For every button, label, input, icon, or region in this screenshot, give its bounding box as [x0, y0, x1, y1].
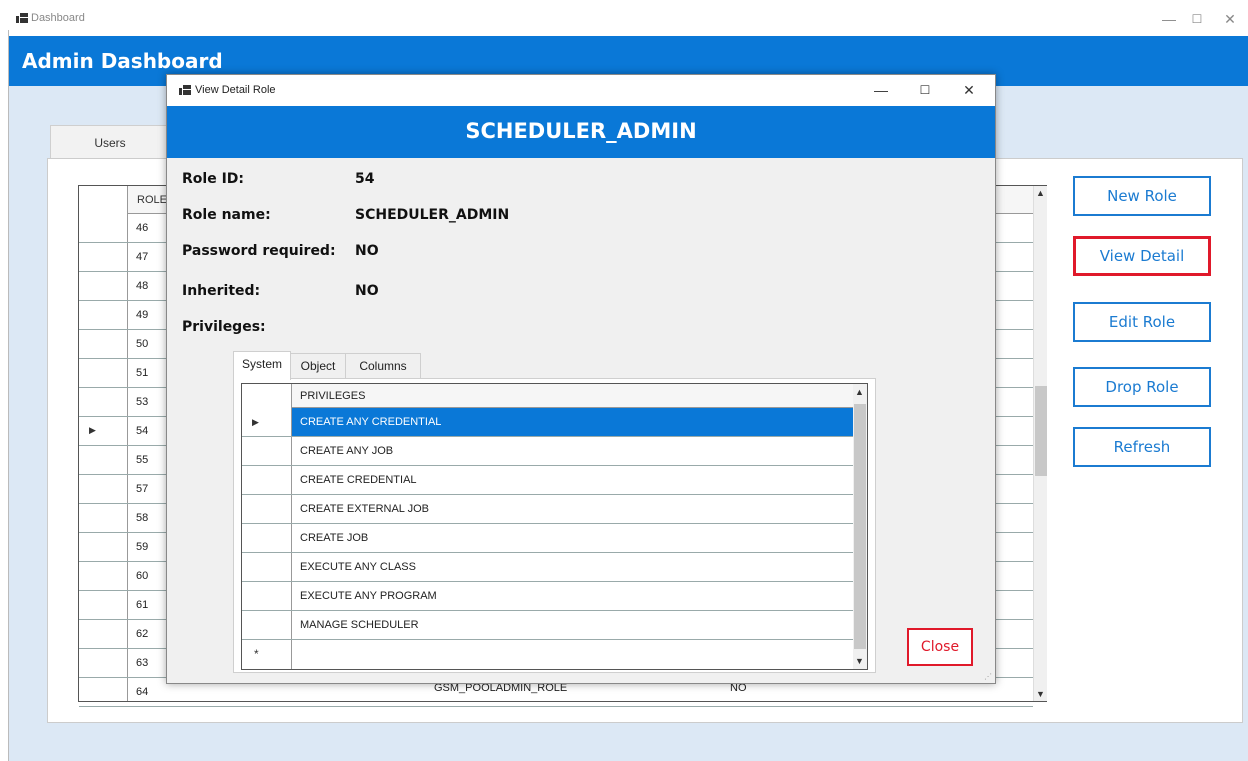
dialog-titlebar: View Detail Role — ☐ ✕ — [167, 75, 995, 106]
app-icon — [179, 85, 191, 95]
role-id-cell[interactable]: 64 — [136, 686, 148, 698]
grid-header: PRIVILEGES — [292, 384, 853, 408]
role-id-cell[interactable]: 61 — [136, 599, 148, 611]
role-id-value: 54 — [355, 171, 375, 187]
new-row-marker-icon: * — [254, 647, 259, 661]
role-id-cell[interactable]: 50 — [136, 338, 148, 350]
inherited-value: NO — [355, 283, 379, 299]
privilege-row[interactable]: MANAGE SCHEDULER — [242, 611, 853, 640]
privilege-row[interactable]: CREATE ANY JOB — [242, 437, 853, 466]
current-row-arrow-icon: ▶ — [252, 417, 259, 427]
role-id-cell[interactable]: 47 — [136, 251, 148, 263]
refresh-button[interactable]: Refresh — [1073, 427, 1211, 467]
app-icon — [16, 13, 28, 23]
role-id-cell[interactable]: 46 — [136, 222, 148, 234]
view-detail-role-dialog: View Detail Role — ☐ ✕ SCHEDULER_ADMIN R… — [166, 74, 996, 684]
role-id-cell[interactable]: 51 — [136, 367, 148, 379]
role-id-cell[interactable]: 60 — [136, 570, 148, 582]
privilege-tab-panel: PRIVILEGES ▶ CREATE ANY CREDENTIAL CREATE … — [233, 378, 876, 673]
tab-columns[interactable]: Columns — [345, 353, 421, 379]
role-id-label: Role ID: — [182, 171, 244, 187]
role-banner-title: SCHEDULER_ADMIN — [465, 119, 697, 143]
tab-users[interactable]: Users — [50, 125, 170, 159]
scroll-down-icon[interactable]: ▼ — [1036, 689, 1045, 699]
privilege-cell[interactable]: MANAGE SCHEDULER — [292, 611, 853, 639]
close-window-button[interactable]: ✕ — [1216, 8, 1244, 30]
privilege-cell[interactable]: CREATE ANY JOB — [292, 437, 853, 465]
close-button[interactable]: Close — [907, 628, 973, 666]
privilege-row[interactable]: ▶ CREATE ANY CREDENTIAL — [242, 408, 853, 437]
dialog-close-button[interactable]: ✕ — [955, 79, 983, 101]
page-title: Admin Dashboard — [22, 49, 223, 73]
privilege-cell[interactable]: EXECUTE ANY CLASS — [292, 553, 853, 581]
resize-grip-icon[interactable]: ⋰ — [984, 672, 992, 681]
table-scrollbar[interactable]: ▲ ▼ — [1033, 186, 1047, 701]
tab-object[interactable]: Object — [290, 353, 346, 379]
window-title: Dashboard — [31, 12, 85, 24]
privilege-row[interactable]: CREATE JOB — [242, 524, 853, 553]
privilege-cell[interactable]: CREATE CREDENTIAL — [292, 466, 853, 494]
privilege-cell[interactable]: CREATE JOB — [292, 524, 853, 552]
privileges-grid[interactable]: PRIVILEGES ▶ CREATE ANY CREDENTIAL CREATE … — [241, 383, 868, 670]
drop-role-button[interactable]: Drop Role — [1073, 367, 1211, 407]
privileges-label: Privileges: — [182, 319, 266, 335]
password-required-label: Password required: — [182, 243, 336, 259]
new-privilege-row[interactable]: * — [242, 640, 853, 669]
privilege-cell[interactable]: CREATE EXTERNAL JOB — [292, 495, 853, 523]
role-id-cell[interactable]: 54 — [136, 425, 148, 437]
scroll-thumb[interactable] — [854, 404, 866, 649]
dialog-banner: SCHEDULER_ADMIN — [167, 106, 995, 158]
role-id-cell[interactable]: 55 — [136, 454, 148, 466]
role-id-cell[interactable]: 53 — [136, 396, 148, 408]
minimize-button[interactable]: — — [1155, 8, 1183, 30]
role-name-label: Role name: — [182, 207, 271, 223]
privilege-row[interactable]: EXECUTE ANY PROGRAM — [242, 582, 853, 611]
inherited-label: Inherited: — [182, 283, 261, 299]
privilege-cell[interactable]: EXECUTE ANY PROGRAM — [292, 582, 853, 610]
column-header-role[interactable]: ROLE — [137, 194, 167, 206]
dialog-title: View Detail Role — [195, 84, 276, 96]
edit-role-button[interactable]: Edit Role — [1073, 302, 1211, 342]
current-row-arrow-icon: ▶ — [89, 425, 96, 435]
view-detail-button[interactable]: View Detail — [1073, 236, 1211, 276]
scroll-up-icon[interactable]: ▲ — [855, 387, 864, 397]
tab-system[interactable]: System — [233, 351, 291, 380]
new-role-button[interactable]: New Role — [1073, 176, 1211, 216]
role-id-cell[interactable]: 62 — [136, 628, 148, 640]
privilege-row[interactable]: CREATE CREDENTIAL — [242, 466, 853, 495]
role-id-cell[interactable]: 49 — [136, 309, 148, 321]
maximize-button[interactable]: ☐ — [1183, 8, 1211, 30]
role-id-cell[interactable]: 48 — [136, 280, 148, 292]
privilege-cell[interactable] — [292, 640, 853, 668]
scroll-thumb[interactable] — [1035, 386, 1047, 476]
dialog-minimize-button[interactable]: — — [867, 79, 895, 101]
privilege-row[interactable]: EXECUTE ANY CLASS — [242, 553, 853, 582]
main-titlebar: Dashboard — ☐ ✕ — [0, 0, 1248, 36]
password-required-value: NO — [355, 243, 379, 259]
scroll-up-icon[interactable]: ▲ — [1036, 188, 1045, 198]
role-name-value: SCHEDULER_ADMIN — [355, 207, 510, 223]
role-id-cell[interactable]: 59 — [136, 541, 148, 553]
scroll-down-icon[interactable]: ▼ — [855, 656, 864, 666]
role-id-cell[interactable]: 57 — [136, 483, 148, 495]
column-header-privileges[interactable]: PRIVILEGES — [300, 390, 365, 402]
role-id-cell[interactable]: 63 — [136, 657, 148, 669]
role-id-cell[interactable]: 58 — [136, 512, 148, 524]
dialog-maximize-button[interactable]: ☐ — [911, 79, 939, 101]
grid-scrollbar[interactable]: ▲ ▼ — [853, 384, 867, 669]
privilege-cell[interactable]: CREATE ANY CREDENTIAL — [292, 408, 853, 436]
privilege-row[interactable]: CREATE EXTERNAL JOB — [242, 495, 853, 524]
